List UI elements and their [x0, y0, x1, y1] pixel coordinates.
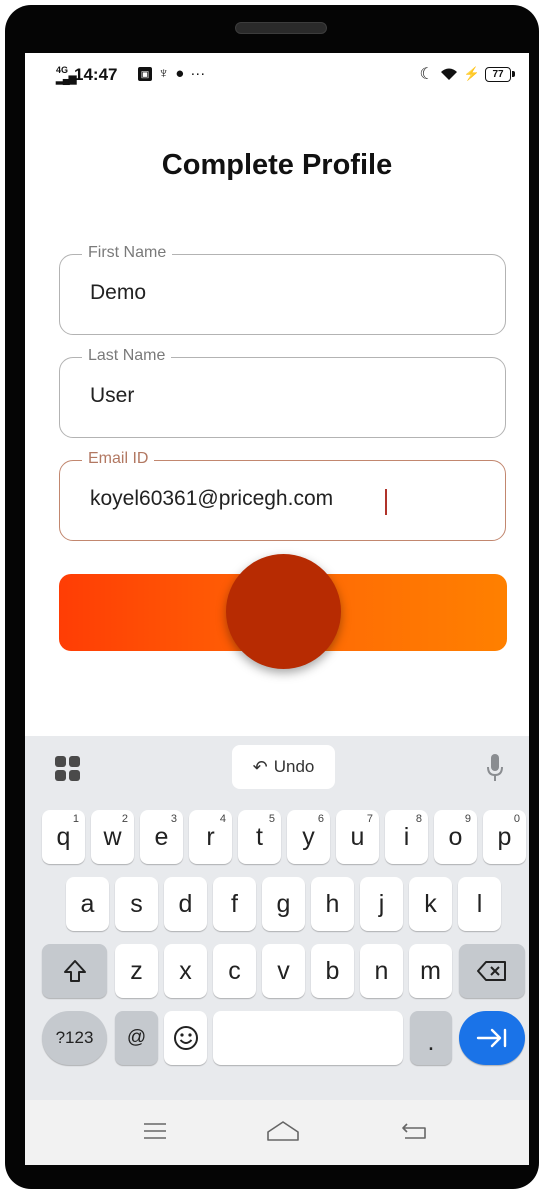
more-notifications-icon: ···	[190, 65, 206, 82]
usb-icon: ♆	[158, 65, 170, 82]
key-o[interactable]: o9	[434, 810, 477, 864]
system-icons: ☾ ⚡ 77	[419, 64, 515, 84]
key-g[interactable]: g	[262, 877, 305, 931]
undo-button[interactable]: ↶ Undo	[232, 745, 335, 789]
notification-icons: ▣ ♆ ● ···	[138, 65, 205, 82]
backspace-icon	[477, 961, 506, 981]
menu-icon[interactable]	[142, 1120, 168, 1142]
key-j[interactable]: j	[360, 877, 403, 931]
key-f[interactable]: f	[213, 877, 256, 931]
key-w[interactable]: w2	[91, 810, 134, 864]
key-k[interactable]: k	[409, 877, 452, 931]
last-name-input[interactable]	[90, 384, 490, 408]
emoji-key[interactable]	[164, 1011, 207, 1065]
charging-icon: ⚡	[463, 66, 480, 81]
key-q[interactable]: q1	[42, 810, 85, 864]
page-title: Complete Profile	[161, 149, 393, 181]
speaker-grille	[235, 22, 327, 34]
email-label: Email ID	[82, 450, 155, 468]
wifi-icon	[440, 68, 457, 80]
key-m[interactable]: m	[409, 944, 452, 998]
message-icon: ●	[175, 65, 185, 82]
battery-level: 77	[492, 68, 504, 80]
key-e[interactable]: e3	[140, 810, 183, 864]
shift-icon	[63, 960, 86, 982]
key-z[interactable]: z	[115, 944, 158, 998]
last-name-label: Last Name	[82, 347, 172, 365]
key-l[interactable]: l	[458, 877, 501, 931]
key-u[interactable]: u7	[336, 810, 379, 864]
key-d[interactable]: d	[164, 877, 207, 931]
back-icon[interactable]	[401, 1118, 429, 1142]
key-a[interactable]: a	[66, 877, 109, 931]
key-h[interactable]: h	[311, 877, 354, 931]
key-n[interactable]: n	[360, 944, 403, 998]
key-r[interactable]: r4	[189, 810, 232, 864]
status-bar: 4G ▂▄▆ 14:47 ▣ ♆ ● ··· ☾ ⚡ 77	[25, 53, 529, 99]
phone-frame: 4G ▂▄▆ 14:47 ▣ ♆ ● ··· ☾ ⚡ 77 Complete P…	[5, 5, 539, 1189]
key-i[interactable]: i8	[385, 810, 428, 864]
soft-keyboard: ↶ Undo q1 w2 e3 r4 t5 y6 u7 i8 o9 p0 a s…	[25, 736, 529, 1100]
first-name-label: First Name	[82, 244, 173, 262]
first-name-field[interactable]: First Name	[59, 244, 506, 335]
text-cursor	[385, 489, 387, 515]
battery-icon: 77	[485, 66, 515, 82]
key-t[interactable]: t5	[238, 810, 281, 864]
first-name-input[interactable]	[90, 281, 490, 305]
home-icon[interactable]	[265, 1118, 301, 1144]
key-v[interactable]: v	[262, 944, 305, 998]
do-not-disturb-icon: ☾	[419, 66, 434, 83]
key-y[interactable]: y6	[287, 810, 330, 864]
apps-grid-icon[interactable]	[55, 756, 81, 782]
next-key[interactable]	[459, 1011, 525, 1065]
status-time: 14:47	[74, 65, 118, 84]
network-indicator: 4G ▂▄▆	[56, 66, 76, 85]
last-name-field[interactable]: Last Name	[59, 347, 506, 438]
signal-icon: ▂▄▆	[56, 74, 76, 85]
microphone-icon[interactable]	[487, 753, 503, 783]
keyboard-toolbar: ↶ Undo	[25, 736, 529, 798]
next-arrow-icon	[476, 1028, 507, 1048]
key-x[interactable]: x	[164, 944, 207, 998]
app-notification-icon: ▣	[138, 66, 152, 81]
period-key[interactable]: .	[410, 1011, 452, 1065]
at-key[interactable]: @	[115, 1011, 158, 1065]
loading-indicator	[226, 554, 341, 669]
space-key[interactable]	[213, 1011, 403, 1065]
email-field[interactable]: Email ID	[59, 450, 506, 541]
email-input[interactable]	[90, 487, 490, 511]
key-s[interactable]: s	[115, 877, 158, 931]
undo-label: Undo	[273, 757, 315, 776]
system-navigation-bar	[25, 1100, 529, 1165]
symbols-key[interactable]: ?123	[42, 1011, 107, 1065]
key-c[interactable]: c	[213, 944, 256, 998]
key-p[interactable]: p0	[483, 810, 526, 864]
undo-icon: ↶	[252, 756, 268, 777]
app-screen: 4G ▂▄▆ 14:47 ▣ ♆ ● ··· ☾ ⚡ 77 Complete P…	[25, 53, 529, 1165]
backspace-key[interactable]	[459, 944, 525, 998]
shift-key[interactable]	[42, 944, 107, 998]
emoji-icon	[173, 1026, 198, 1050]
key-b[interactable]: b	[311, 944, 354, 998]
